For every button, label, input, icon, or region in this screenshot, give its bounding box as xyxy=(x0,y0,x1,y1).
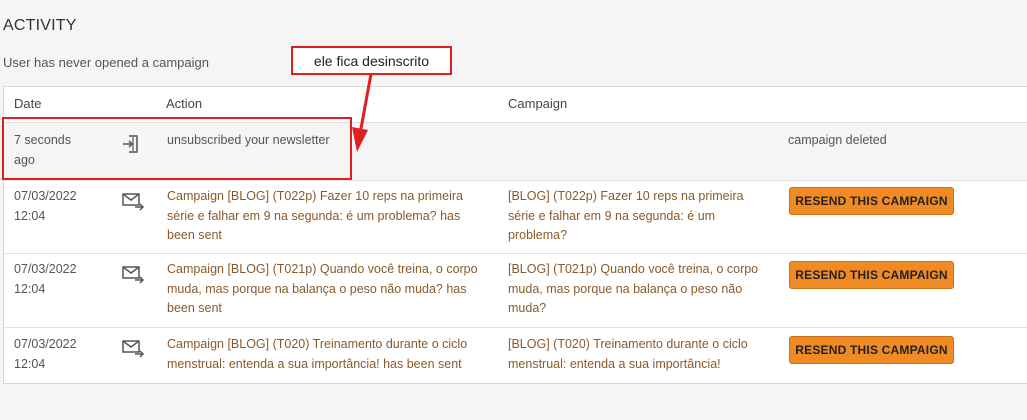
mail-sent-icon xyxy=(122,266,145,284)
resend-campaign-button[interactable]: RESEND THIS CAMPAIGN xyxy=(789,261,954,289)
row-action-link[interactable]: Campaign [BLOG] (T022p) Fazer 10 reps na… xyxy=(167,187,485,246)
campaign-status: campaign deleted xyxy=(788,133,887,147)
activity-subtitle: User has never opened a campaign xyxy=(3,55,209,70)
annotation-callout: ele fica desinscrito xyxy=(291,46,452,75)
mail-sent-icon xyxy=(122,193,145,211)
table-row: 07/03/2022 12:04 Campaign [BLOG] (T022p)… xyxy=(4,181,1027,254)
row-campaign-link[interactable]: [BLOG] (T020) Treinamento durante o cicl… xyxy=(508,335,768,374)
resend-campaign-button[interactable]: RESEND THIS CAMPAIGN xyxy=(789,187,954,215)
row-date: 07/03/2022 12:04 xyxy=(14,337,77,371)
resend-campaign-button[interactable]: RESEND THIS CAMPAIGN xyxy=(789,336,954,364)
row-campaign-link[interactable]: [BLOG] (T022p) Fazer 10 reps na primeira… xyxy=(508,187,768,246)
annotation-highlight-box xyxy=(2,117,352,180)
row-date: 07/03/2022 12:04 xyxy=(14,262,77,296)
row-date: 07/03/2022 12:04 xyxy=(14,189,77,223)
header-campaign: Campaign xyxy=(508,96,568,111)
table-row: 07/03/2022 12:04 Campaign [BLOG] (T021p)… xyxy=(4,254,1027,328)
activity-heading: ACTIVITY xyxy=(3,17,77,34)
table-row: 07/03/2022 12:04 Campaign [BLOG] (T020) … xyxy=(4,328,1027,383)
row-campaign-link[interactable]: [BLOG] (T021p) Quando você treina, o cor… xyxy=(508,260,768,319)
mail-sent-icon xyxy=(122,340,145,358)
row-action-link[interactable]: Campaign [BLOG] (T021p) Quando você trei… xyxy=(167,260,485,319)
header-action: Action xyxy=(166,96,203,111)
row-action-link[interactable]: Campaign [BLOG] (T020) Treinamento duran… xyxy=(167,335,485,374)
annotation-arrow-icon xyxy=(352,73,373,152)
header-date: Date xyxy=(14,96,42,111)
